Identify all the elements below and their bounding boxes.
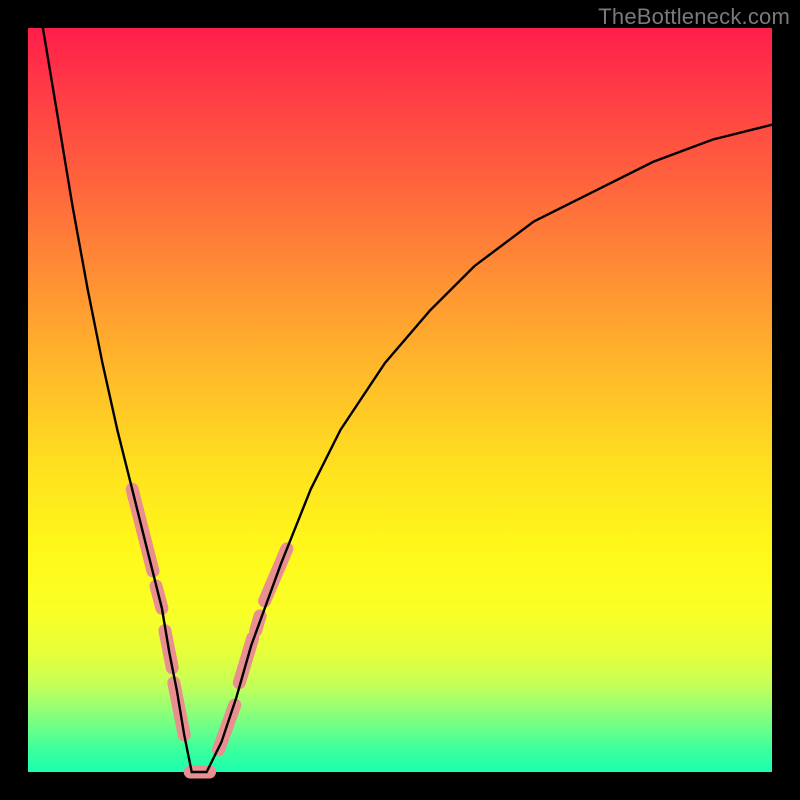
watermark-text: TheBottleneck.com [598, 4, 790, 30]
plot-area [28, 28, 772, 772]
chart-frame: TheBottleneck.com [0, 0, 800, 800]
highlight-markers [132, 489, 287, 772]
bottleneck-curve [43, 28, 772, 772]
curve-layer [28, 28, 772, 772]
